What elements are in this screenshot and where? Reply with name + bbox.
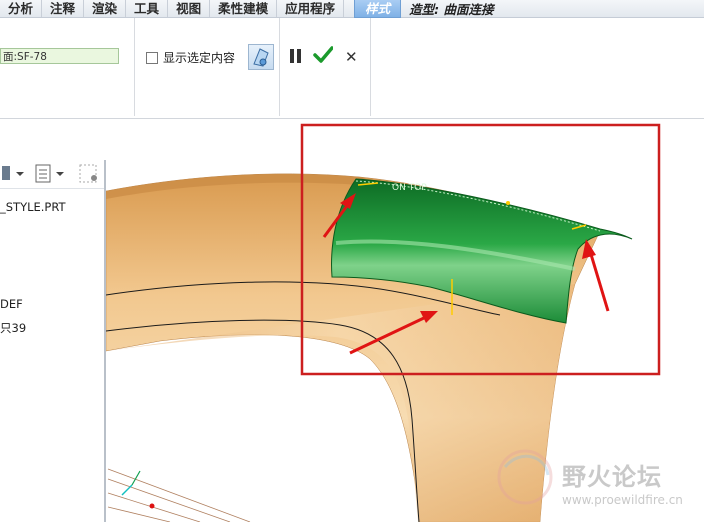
ribbon-divider: [134, 18, 135, 116]
show-options-icon[interactable]: [35, 164, 64, 183]
curve-point-marker: [506, 201, 510, 205]
checkmark-icon: [313, 46, 334, 63]
surface-collector-field[interactable]: 面:SF-78: [0, 48, 119, 64]
show-selected-label: 显示选定内容: [163, 51, 236, 65]
model-tree-panel: _STYLE.PRT DEF 只39: [0, 160, 106, 522]
tree-item-model[interactable]: _STYLE.PRT: [0, 200, 66, 214]
mode-title: 造型: 曲面连接: [409, 2, 494, 17]
annotation-arrow: [582, 239, 610, 312]
tab-style[interactable]: 样式: [354, 0, 402, 18]
datum-lines: [107, 468, 251, 522]
tab-analysis[interactable]: 分析: [0, 0, 43, 17]
show-selected-checkbox[interactable]: [146, 52, 158, 64]
ribbon-divider: [370, 18, 371, 116]
pause-button[interactable]: [290, 49, 302, 63]
tab-applications[interactable]: 应用程序: [277, 0, 345, 17]
tree-item-39[interactable]: 只39: [0, 320, 26, 336]
ontop-label: ON TOP: [392, 183, 427, 193]
tree-toolbar: [0, 160, 104, 189]
graphics-viewport[interactable]: ON TOP _STYLE.PRT DEF 只39 野火论坛 www.proew…: [0, 119, 704, 522]
tab-tools[interactable]: 工具: [126, 0, 169, 17]
surface-display-icon: [253, 48, 269, 67]
menu-bar: 分析 注释 渲染 工具 视图 柔性建模 应用程序 样式 造型: 曲面连接: [0, 0, 704, 18]
ribbon: 面:SF-78 显示选定内容 ✕: [0, 18, 704, 119]
tree-item-def[interactable]: DEF: [0, 297, 23, 311]
cancel-button[interactable]: ✕: [345, 48, 358, 66]
ribbon-divider: [279, 18, 280, 116]
tree-settings-icon[interactable]: [2, 166, 24, 180]
tab-view[interactable]: 视图: [168, 0, 211, 17]
ok-button[interactable]: [313, 45, 334, 65]
filter-icon[interactable]: [79, 164, 97, 183]
tab-render[interactable]: 渲染: [84, 0, 127, 17]
watermark-text: 野火论坛: [562, 463, 662, 491]
tab-flexible-modeling[interactable]: 柔性建模: [210, 0, 278, 17]
watermark-url: www.proewildfire.cn: [562, 493, 683, 507]
pause-icon: [297, 49, 301, 63]
display-toggle-button[interactable]: [248, 44, 274, 70]
tab-annotate[interactable]: 注释: [42, 0, 85, 17]
pause-icon: [290, 49, 294, 63]
